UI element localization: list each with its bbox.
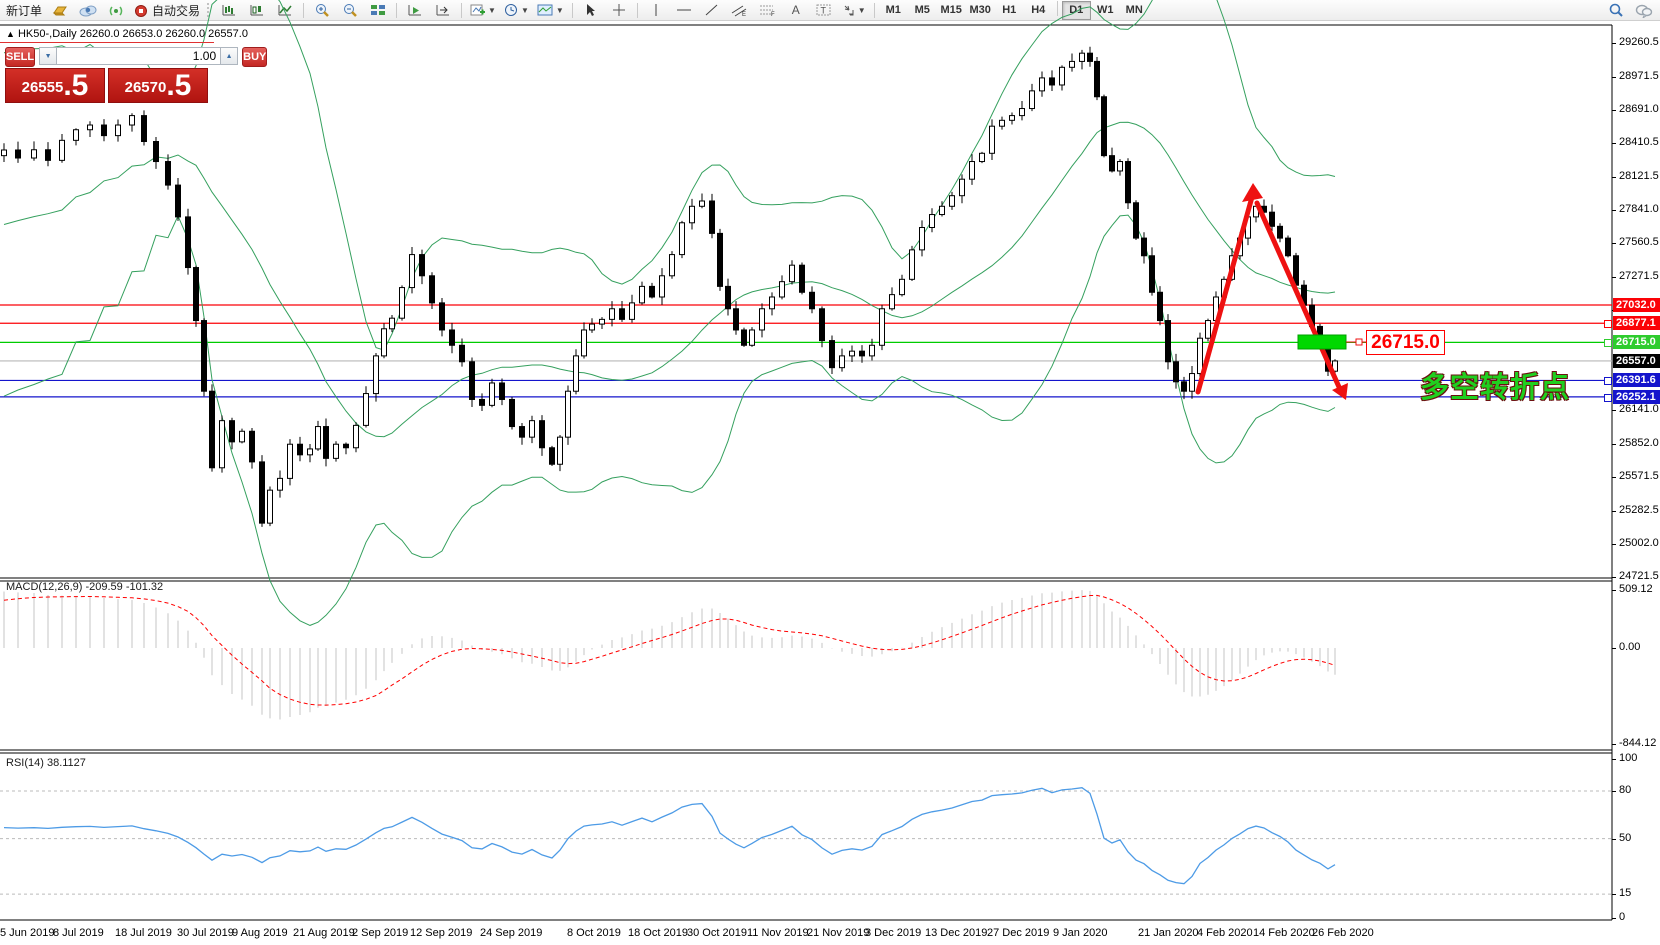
macd-axis-label: 509.12: [1619, 583, 1653, 596]
rsi-axis-label: 50: [1619, 831, 1632, 844]
price-axis-tick: [1612, 209, 1616, 211]
price-axis-tick: [1612, 577, 1616, 579]
rsi-axis-label: 15: [1619, 887, 1632, 900]
volume-increase-button[interactable]: ▲: [220, 47, 239, 65]
price-axis-tick: [1612, 42, 1616, 44]
rsi-axis-tick: [1612, 838, 1616, 840]
macd-axis-tick: [1612, 648, 1616, 649]
time-axis-label: 18 Jul 2019: [115, 927, 172, 939]
rsi-axis-label: 0: [1619, 911, 1626, 923]
time-axis-label: 4 Feb 2020: [1197, 927, 1253, 939]
sell-button[interactable]: SELL: [5, 47, 36, 67]
rsi-axis-tick: [1612, 790, 1616, 792]
price-badge-26252.1: 26252.1: [1613, 389, 1660, 404]
price-axis-tick: [1612, 142, 1616, 144]
price-axis-label: 25002.0: [1619, 537, 1659, 550]
price-axis-tick: [1612, 276, 1616, 278]
rsi-label: RSI(14) 38.1127: [6, 757, 86, 769]
price-axis-tick: [1612, 109, 1616, 111]
volume-stepper: ▼ ▲: [39, 47, 239, 65]
one-click-trading-panel: SELL ▼ ▲ BUY 26555.5 26570.5: [5, 47, 268, 103]
time-axis-label: 8 Oct 2019: [567, 927, 621, 939]
rsi-axis-label: 80: [1619, 783, 1632, 796]
price-badge-26715.0: 26715.0: [1613, 335, 1660, 350]
price-axis-tick: [1612, 544, 1616, 546]
price-line-marker: [1604, 339, 1612, 348]
price-axis-label: 25282.5: [1619, 504, 1659, 517]
cn-annotation-text: 多空转折点: [1420, 372, 1571, 404]
price-axis-label: 25852.0: [1619, 436, 1659, 449]
time-axis-label: 2 Sep 2019: [352, 927, 409, 939]
price-callout-26715[interactable]: 26715.0: [1366, 330, 1445, 355]
price-line-marker: [1604, 320, 1612, 329]
bid-price-pips: .5: [63, 69, 89, 102]
time-axis-label: 12 Sep 2019: [410, 927, 473, 939]
price-badge-26877.1: 26877.1: [1613, 316, 1660, 331]
price-axis-label: 28971.5: [1619, 69, 1659, 82]
time-axis-label: 30 Jul 2019: [177, 927, 234, 939]
price-axis-tick: [1612, 176, 1616, 178]
volume-decrease-button[interactable]: ▼: [39, 47, 58, 65]
rsi-axis-label: 100: [1619, 752, 1638, 765]
time-axis-label: 13 Dec 2019: [925, 927, 988, 939]
time-axis-label: 9 Aug 2019: [232, 927, 288, 939]
time-axis-label: 11 Nov 2019: [747, 927, 809, 939]
chart-title: ▲ HK50-,Daily 26260.0 26653.0 26260.0 26…: [6, 28, 248, 40]
time-axis-label: 21 Jan 2020: [1138, 927, 1199, 939]
price-axis-tick: [1612, 409, 1616, 411]
macd-axis-label: -844.12: [1619, 737, 1657, 750]
time-axis-label: 24 Sep 2019: [480, 927, 543, 939]
price-line-marker: [1604, 393, 1612, 402]
time-axis-label: 9 Jan 2020: [1053, 927, 1108, 939]
rsi-axis-tick: [1612, 918, 1616, 919]
bid-price-display[interactable]: 26555.5: [5, 68, 105, 103]
panel-top-border: [0, 42, 214, 43]
price-badge-26557.0: 26557.0: [1613, 353, 1660, 368]
chart-canvas[interactable]: [0, 0, 1660, 945]
price-badge-26391.6: 26391.6: [1613, 373, 1660, 388]
time-axis-label: 3 Dec 2019: [865, 927, 922, 939]
macd-axis-tick: [1612, 590, 1616, 592]
price-line-marker: [1604, 377, 1612, 386]
ask-price-main: 26570: [124, 79, 167, 96]
time-axis-label: 18 Oct 2019: [628, 927, 688, 939]
price-axis-label: 29260.5: [1619, 35, 1659, 48]
price-axis-label: 25571.5: [1619, 470, 1659, 483]
time-axis-label: 26 Feb 2020: [1312, 927, 1374, 939]
symbol-marker-icon: ▲: [6, 29, 15, 39]
rsi-axis-tick: [1612, 894, 1616, 896]
price-badge-27032.0: 27032.0: [1613, 298, 1660, 312]
price-axis-label: 28410.5: [1619, 135, 1659, 148]
macd-label: MACD(12,26,9) -209.59 -101.32: [6, 581, 164, 593]
time-axis-label: 21 Nov 2019: [807, 927, 870, 939]
ask-price-pips: .5: [166, 69, 192, 102]
price-axis-tick: [1612, 76, 1616, 78]
trading-platform-window: 新订单 自动交易 ▼ ▼ ▼ E F A T ▼ M1 M5 M15 M30 H…: [0, 0, 1660, 945]
time-axis-label: 21 Aug 2019: [293, 927, 355, 939]
price-axis-tick: [1612, 443, 1616, 445]
rsi-axis-tick: [1612, 759, 1616, 761]
price-axis-label: 27560.5: [1619, 235, 1659, 248]
time-axis-label: 5 Jun 2019: [0, 927, 55, 939]
price-axis-label: 28121.5: [1619, 169, 1659, 182]
price-axis-label: 24721.5: [1619, 570, 1659, 583]
price-axis-label: 27271.5: [1619, 269, 1659, 282]
price-axis-label: 28691.0: [1619, 102, 1659, 115]
volume-input[interactable]: [57, 47, 221, 65]
price-axis-label: 27841.0: [1619, 202, 1659, 215]
time-axis-label: 14 Feb 2020: [1253, 927, 1315, 939]
price-axis-tick: [1612, 477, 1616, 479]
macd-axis-tick: [1612, 744, 1616, 746]
price-axis-label: 26141.0: [1619, 402, 1659, 415]
time-axis-label: 8 Jul 2019: [53, 927, 104, 939]
time-axis-label: 30 Oct 2019: [687, 927, 747, 939]
price-axis-tick: [1612, 242, 1616, 244]
macd-axis-label: 0.00: [1619, 641, 1641, 653]
bid-price-main: 26555: [21, 79, 64, 96]
ask-price-display[interactable]: 26570.5: [108, 68, 208, 103]
buy-button[interactable]: BUY: [242, 47, 268, 67]
price-axis-tick: [1612, 511, 1616, 513]
time-axis-label: 27 Dec 2019: [987, 927, 1050, 939]
